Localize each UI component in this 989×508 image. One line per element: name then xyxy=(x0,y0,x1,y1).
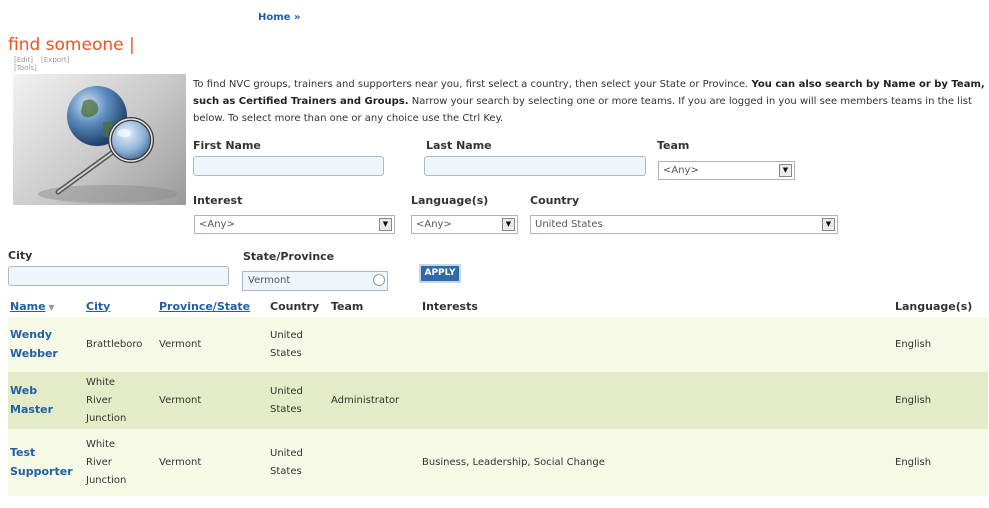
language-cell: English xyxy=(895,456,932,468)
name-header-label: Name xyxy=(10,299,46,313)
first-name: Web xyxy=(10,383,38,397)
page-title: find someone | xyxy=(8,35,135,55)
name-cell: Wendy Webber xyxy=(8,317,84,372)
chevron-down-icon[interactable]: ▼ xyxy=(779,164,792,177)
export-link[interactable]: [Export] xyxy=(41,56,69,64)
column-header-city[interactable]: City xyxy=(84,295,157,317)
first-name-label: First Name xyxy=(193,139,261,152)
country-cell: United States xyxy=(268,372,329,429)
interest-label: Interest xyxy=(193,194,243,207)
country-select[interactable]: United States ▼ xyxy=(530,215,838,234)
last-name-field[interactable] xyxy=(424,156,646,176)
interest-select[interactable]: <Any> ▼ xyxy=(194,215,395,234)
column-header-languages: Language(s) xyxy=(895,299,973,313)
breadcrumb: Home » xyxy=(258,12,300,23)
city-line-2: River xyxy=(86,394,112,406)
member-name-link[interactable]: Web Master xyxy=(10,384,53,416)
city-line-3: Junction xyxy=(86,412,127,424)
city-label: City xyxy=(8,249,33,262)
country-select-value: United States xyxy=(535,219,603,230)
language-label: Language(s) xyxy=(411,194,489,207)
language-cell: English xyxy=(895,394,932,406)
city-cell: White River Junction xyxy=(84,372,157,429)
globe-magnifier-icon xyxy=(38,86,178,203)
breadcrumb-separator: » xyxy=(293,12,301,23)
chevron-down-icon[interactable]: ▼ xyxy=(379,218,392,231)
chevron-down-icon[interactable]: ▼ xyxy=(822,218,835,231)
city-cell: White River Junction xyxy=(84,429,157,496)
country-line-1: United xyxy=(270,447,303,459)
city-line-3: Junction xyxy=(86,474,127,486)
apply-button[interactable]: APPLY xyxy=(419,264,461,283)
team-label: Team xyxy=(657,139,690,152)
country-line-2: States xyxy=(270,465,302,477)
country-line-2: States xyxy=(270,403,302,415)
table-row: Wendy Webber Brattleboro Vermont United St… xyxy=(8,317,988,372)
intro-text-part1: To find NVC groups, trainers and support… xyxy=(193,79,752,90)
column-header-province[interactable]: Province/State xyxy=(157,295,268,317)
column-header-interests: Interests xyxy=(422,299,478,313)
member-name-link[interactable]: Test Supporter xyxy=(10,446,73,478)
name-cell: Test Supporter xyxy=(8,429,84,496)
team-select-value: <Any> xyxy=(663,165,699,176)
first-name-field[interactable] xyxy=(193,156,384,176)
tools-link[interactable]: [Tools] xyxy=(14,64,37,72)
sort-province-link[interactable]: Province/State xyxy=(159,300,250,313)
column-header-team: Team xyxy=(331,299,364,313)
name-cell: Web Master xyxy=(8,372,84,429)
city-line-1: White xyxy=(86,376,116,388)
clear-icon[interactable] xyxy=(373,274,385,286)
language-select-value: <Any> xyxy=(416,219,452,230)
intro-text: To find NVC groups, trainers and support… xyxy=(193,76,985,127)
results-table: Name ▼ City Province/State Country Team … xyxy=(8,295,988,496)
language-select[interactable]: <Any> ▼ xyxy=(411,215,518,234)
member-name-link[interactable]: Wendy Webber xyxy=(10,328,58,360)
sort-name-link[interactable]: Name xyxy=(10,300,46,313)
state-province-field[interactable]: Vermont xyxy=(242,271,388,291)
column-header-country: Country xyxy=(270,299,320,313)
column-header-name[interactable]: Name ▼ xyxy=(8,295,84,317)
edit-link[interactable]: [Edit] xyxy=(14,56,33,64)
team-cell xyxy=(329,317,414,372)
city-line-1: White xyxy=(86,438,116,450)
first-name: Test xyxy=(10,445,36,459)
title-links: [Edit] [Export] [Tools] xyxy=(14,56,77,72)
province-cell: Vermont xyxy=(159,456,202,468)
interests-cell xyxy=(414,372,893,429)
last-name-label: Last Name xyxy=(426,139,492,152)
team-cell xyxy=(329,429,414,496)
country-line-2: States xyxy=(270,347,302,359)
interests-cell xyxy=(414,317,893,372)
globe-magnifier-image xyxy=(13,74,186,205)
last-name: Master xyxy=(10,402,54,416)
table-row: Web Master White River Junction Vermont Uni… xyxy=(8,372,988,429)
city-line-2: River xyxy=(86,456,112,468)
country-line-1: United xyxy=(270,329,303,341)
city-cell: Brattleboro xyxy=(86,338,143,350)
sort-desc-icon: ▼ xyxy=(45,302,55,312)
sort-city-link[interactable]: City xyxy=(86,300,110,313)
language-cell: English xyxy=(895,338,932,350)
country-label: Country xyxy=(530,194,580,207)
province-cell: Vermont xyxy=(159,394,202,406)
chevron-down-icon[interactable]: ▼ xyxy=(502,218,515,231)
team-cell: Administrator xyxy=(331,394,400,406)
last-name: Supporter xyxy=(10,464,73,478)
country-cell: United States xyxy=(268,317,329,372)
interests-cell: Business, Leadership, Social Change xyxy=(422,456,605,468)
country-line-1: United xyxy=(270,385,303,397)
province-cell: Vermont xyxy=(159,338,202,350)
city-field[interactable] xyxy=(8,266,229,286)
table-row: Test Supporter White River Junction Vermont… xyxy=(8,429,988,496)
last-name: Webber xyxy=(10,346,58,360)
breadcrumb-home-link[interactable]: Home xyxy=(258,12,290,23)
state-label: State/Province xyxy=(243,250,335,263)
interest-select-value: <Any> xyxy=(199,219,235,230)
team-select[interactable]: <Any> ▼ xyxy=(658,161,795,180)
country-cell: United States xyxy=(268,429,329,496)
first-name: Wendy xyxy=(10,327,53,341)
table-header-row: Name ▼ City Province/State Country Team … xyxy=(8,295,988,317)
